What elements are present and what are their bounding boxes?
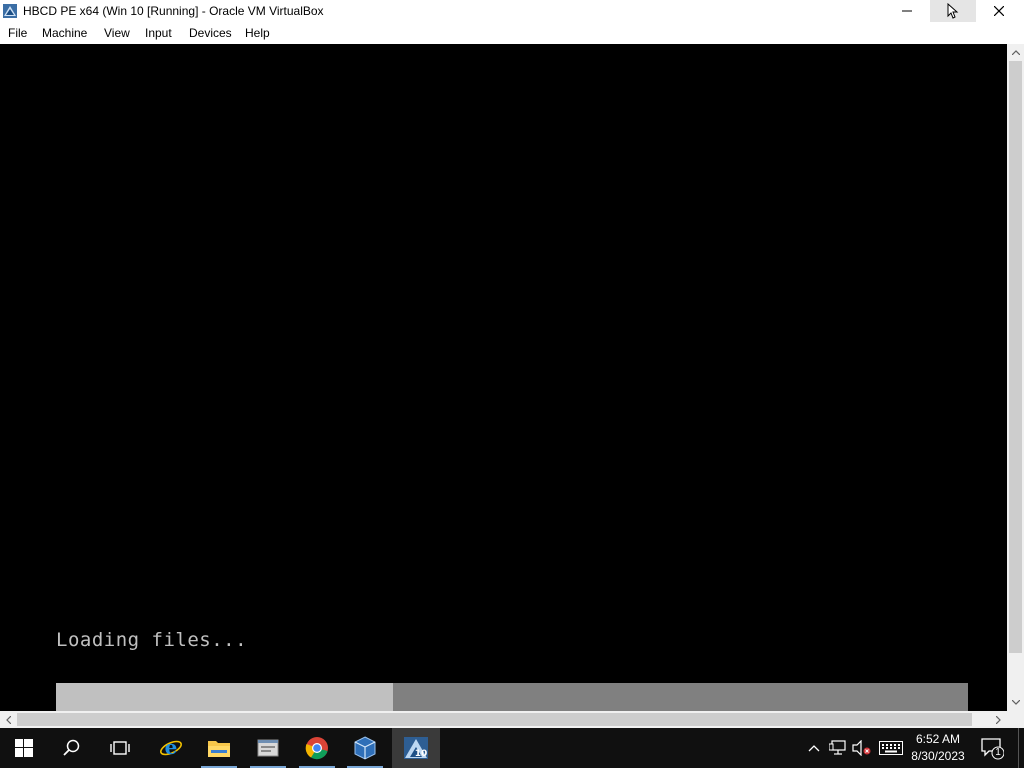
horizontal-scroll-thumb[interactable] [17,713,972,726]
chevron-up-icon [1011,50,1020,55]
scroll-up-button[interactable] [1007,44,1024,61]
chevron-right-icon [996,715,1001,724]
task-view-icon [110,741,130,755]
menu-help[interactable]: Help [245,26,270,40]
menu-file[interactable]: File [8,26,27,40]
keyboard-icon [879,741,903,755]
notification-count: 1 [995,747,1001,758]
close-button[interactable] [976,0,1022,22]
volume-muted-icon [852,740,871,756]
loading-status-text: Loading files... [56,629,248,651]
clock-time: 6:52 AM [915,732,961,746]
menu-view[interactable]: View [104,26,130,40]
search-button[interactable] [48,728,96,768]
menu-machine[interactable]: Machine [42,26,87,40]
vm-display[interactable]: Loading files... [0,44,1007,711]
chrome-icon [305,737,328,760]
show-hidden-icons-button[interactable] [804,738,824,758]
taskbar-app-file-explorer[interactable] [195,728,243,768]
scrollbar-corner [1007,711,1024,728]
virtualbox-vm-icon: 10 [404,737,428,759]
task-view-button[interactable] [96,728,144,768]
vertical-scrollbar[interactable] [1007,44,1024,711]
taskbar: e 10 6:52 AM 8/30/2023 1 [0,728,1024,768]
loading-progress-fill [56,683,394,711]
volume-tray-button[interactable] [852,738,872,758]
close-icon [994,6,1004,16]
svg-text:10: 10 [415,749,428,759]
folder-icon [208,741,230,757]
taskbar-app-chrome[interactable] [293,728,341,768]
chevron-down-icon [1011,700,1020,705]
taskbar-app-virtualbox-vm[interactable]: 10 [392,728,440,768]
menu-input[interactable]: Input [145,26,172,40]
network-tray-button[interactable] [828,738,848,758]
virtualbox-icon [354,736,376,760]
windows-logo-icon [15,739,33,757]
maximize-button[interactable] [930,0,976,22]
menu-bar: File Machine View Input Devices Help [0,23,1024,44]
chevron-up-icon [808,745,820,752]
show-desktop-button[interactable] [1018,728,1024,768]
scroll-right-button[interactable] [990,711,1007,728]
taskbar-app-internet-explorer[interactable]: e [147,728,195,768]
search-icon [63,739,80,756]
scroll-down-button[interactable] [1007,694,1024,711]
virtualbox-app-icon [2,3,18,19]
vertical-scroll-thumb[interactable] [1009,61,1022,653]
title-bar[interactable]: HBCD PE x64 (Win 10 [Running] - Oracle V… [0,0,1024,23]
menu-devices[interactable]: Devices [189,26,232,40]
mouse-cursor-icon [947,3,959,19]
svg-text:e: e [165,736,178,759]
start-button[interactable] [0,728,48,768]
internet-explorer-icon: e [160,736,182,759]
taskbar-app-window[interactable] [244,728,292,768]
action-center-button[interactable]: 1 [980,736,1005,760]
app-window-icon [257,739,279,757]
chevron-left-icon [6,715,11,724]
keyboard-tray-button[interactable] [878,738,904,758]
clock-date: 8/30/2023 [911,749,965,763]
horizontal-scrollbar[interactable] [0,711,1007,728]
minimize-icon [902,10,912,12]
taskbar-clock[interactable]: 6:52 AM 8/30/2023 [906,731,970,765]
loading-progress-bar [56,683,968,711]
network-icon [829,740,846,755]
window-title: HBCD PE x64 (Win 10 [Running] - Oracle V… [23,4,324,18]
minimize-button[interactable] [884,0,930,22]
taskbar-app-virtualbox[interactable] [341,728,389,768]
scroll-left-button[interactable] [0,711,17,728]
